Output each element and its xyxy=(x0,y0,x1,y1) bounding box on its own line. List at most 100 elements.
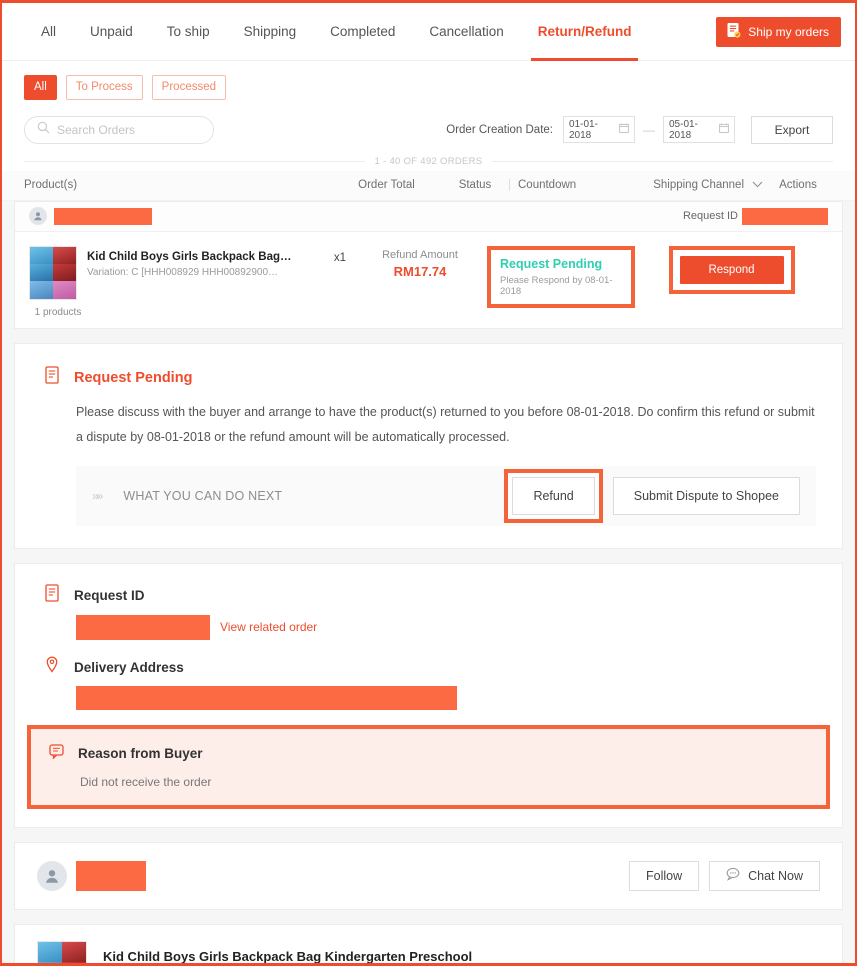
delivery-address-redacted xyxy=(76,685,457,710)
reason-from-buyer-block: Reason from Buyer Did not receive the or… xyxy=(31,728,826,805)
export-button[interactable]: Export xyxy=(751,115,833,144)
order-product-variation: Variation: C [HHH008929 HHH00892900… xyxy=(87,267,279,279)
delivery-address-value-row xyxy=(76,685,816,715)
product-collage-thumbnail[interactable] xyxy=(29,245,77,300)
request-pending-header: Request Pending xyxy=(45,365,816,390)
bottom-product-name[interactable]: Kid Child Boys Girls Backpack Bag Kinder… xyxy=(103,949,523,963)
avatar[interactable] xyxy=(37,860,67,891)
column-countdown: Countdown xyxy=(518,179,577,192)
order-creation-date-filter: Order Creation Date: 01-01-2018 — 05-01-… xyxy=(446,115,833,144)
date-to-input[interactable]: 05-01-2018 xyxy=(663,116,735,144)
reason-from-buyer-title: Reason from Buyer xyxy=(78,746,203,762)
buyer-card: Follow Chat Now xyxy=(14,841,843,910)
request-id-row: Request ID xyxy=(45,583,816,608)
filter-zone: All To Process Processed Order Creation … xyxy=(2,61,855,156)
request-id-title: Request ID xyxy=(74,588,145,604)
tab-cancellation[interactable]: Cancellation xyxy=(412,3,520,60)
order-card-header: Request ID xyxy=(15,201,842,232)
document-icon xyxy=(45,365,62,390)
tab-completed[interactable]: Completed xyxy=(313,3,412,60)
request-id-value-redacted xyxy=(76,614,210,640)
date-range-separator: — xyxy=(643,122,655,137)
chat-now-label: Chat Now xyxy=(748,868,803,883)
search-icon xyxy=(37,121,50,139)
column-products: Product(s) xyxy=(24,179,78,192)
process-filter-chips: All To Process Processed xyxy=(24,75,833,100)
chat-bubble-icon xyxy=(49,743,66,765)
tab-all[interactable]: All xyxy=(24,3,73,60)
request-details-panel: Request ID View related order Delivery A… xyxy=(14,562,843,828)
column-shipping-channel[interactable]: Shipping Channel xyxy=(638,179,763,191)
order-actions-column: Respond xyxy=(635,245,828,294)
tab-to-ship[interactable]: To ship xyxy=(150,3,227,60)
search-orders-box[interactable] xyxy=(24,115,214,144)
shipping-channel-label: Shipping Channel xyxy=(653,179,744,192)
order-card: Request ID 1 products Kid Child Boys Gir… xyxy=(14,200,843,329)
request-id-value-redacted xyxy=(742,207,828,225)
chat-now-button[interactable]: Chat Now xyxy=(709,860,820,891)
delivery-address-row: Delivery Address xyxy=(45,656,816,680)
order-product-quantity: x1 xyxy=(333,251,347,264)
buyer-action-buttons: Follow Chat Now xyxy=(628,860,820,891)
tab-return-refund[interactable]: Return/Refund xyxy=(521,3,649,61)
date-from-value: 01-01-2018 xyxy=(569,118,598,141)
follow-button[interactable]: Follow xyxy=(628,860,700,891)
refund-highlight-box: Refund xyxy=(504,468,603,523)
order-creation-date-label: Order Creation Date: xyxy=(446,123,553,136)
buyer-name-redacted xyxy=(54,207,152,225)
order-product-name[interactable]: Kid Child Boys Girls Backpack Bag… xyxy=(87,250,319,264)
respond-button[interactable]: Respond xyxy=(679,255,784,284)
respond-highlight-box: Respond xyxy=(668,245,795,294)
chat-icon xyxy=(726,867,741,884)
tab-unpaid[interactable]: Unpaid xyxy=(73,3,150,60)
order-refund-column: Refund Amount RM17.74 xyxy=(361,246,479,279)
reason-header-row: Reason from Buyer xyxy=(49,743,808,765)
chip-all[interactable]: All xyxy=(24,75,57,100)
request-id-value-row: View related order xyxy=(76,614,816,640)
date-from-input[interactable]: 01-01-2018 xyxy=(563,116,635,144)
order-card-body: 1 products Kid Child Boys Girls Backpack… xyxy=(15,232,842,328)
chip-to-process[interactable]: To Process xyxy=(65,75,143,100)
order-status-column: Request Pending Please Respond by 08-01-… xyxy=(487,245,635,308)
search-input[interactable] xyxy=(57,122,201,137)
shopee-return-refund-page: All Unpaid To ship Shipping Completed Ca… xyxy=(0,0,857,966)
request-details-content: Request ID View related order Delivery A… xyxy=(15,564,842,715)
what-you-can-do-next-row: »» WHAT YOU CAN DO NEXT Refund Submit Di… xyxy=(76,465,816,526)
next-action-buttons: Refund Submit Dispute to Shopee xyxy=(504,468,800,523)
divider-line-left xyxy=(24,160,365,162)
buyer-name-redacted xyxy=(76,860,146,891)
refund-amount-value: RM17.74 xyxy=(393,263,447,279)
request-id-label: Request ID xyxy=(682,210,738,223)
view-related-order-link[interactable]: View related order xyxy=(220,620,317,634)
reason-from-buyer-text: Did not receive the order xyxy=(80,774,212,789)
follow-label: Follow xyxy=(645,868,683,883)
products-count: 1 products xyxy=(34,306,82,318)
request-pending-content: Request Pending Please discuss with the … xyxy=(15,344,842,548)
document-ship-icon xyxy=(726,22,741,42)
order-status-title: Request Pending xyxy=(500,256,603,271)
submit-dispute-button[interactable]: Submit Dispute to Shopee xyxy=(612,476,800,515)
tab-shipping[interactable]: Shipping xyxy=(227,3,314,60)
product-collage-thumbnail[interactable] xyxy=(37,940,87,963)
request-pending-panel: Request Pending Please discuss with the … xyxy=(14,342,843,549)
order-status-subtext: Please Respond by 08-01-2018 xyxy=(500,274,613,297)
chevron-down-icon xyxy=(752,179,763,191)
order-product-info: Kid Child Boys Girls Backpack Bag… Varia… xyxy=(87,246,319,278)
refund-button[interactable]: Refund xyxy=(512,476,595,515)
delivery-address-title: Delivery Address xyxy=(74,660,184,676)
chip-processed[interactable]: Processed xyxy=(151,75,227,100)
orders-count-text: 1 - 40 OF 492 ORDERS xyxy=(374,155,483,167)
user-icon xyxy=(29,207,47,226)
request-pending-title: Request Pending xyxy=(74,369,193,386)
order-product-thumbnail-wrap: 1 products xyxy=(29,245,87,318)
calendar-icon xyxy=(619,123,629,136)
refund-amount-label: Refund Amount xyxy=(382,248,458,261)
document-icon xyxy=(45,583,62,608)
ship-my-orders-label: Ship my orders xyxy=(748,24,829,39)
column-order-total: Order Total xyxy=(358,179,415,192)
panel-spacer xyxy=(15,809,842,827)
bottom-product-info: Kid Child Boys Girls Backpack Bag Kinder… xyxy=(103,949,523,963)
what-you-can-do-next-label: WHAT YOU CAN DO NEXT xyxy=(123,488,283,503)
ship-my-orders-button[interactable]: Ship my orders xyxy=(716,16,841,47)
column-actions: Actions xyxy=(779,179,817,192)
